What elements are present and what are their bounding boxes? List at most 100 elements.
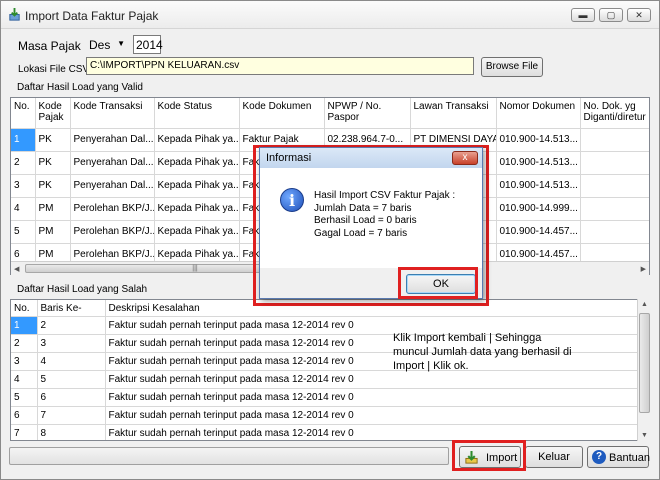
valid-header[interactable]: Kode Pajak: [35, 98, 71, 129]
table-cell: Kepada Pihak ya...: [154, 128, 240, 152]
dialog-title-bar: Informasi x: [260, 148, 482, 168]
valid-header[interactable]: Lawan Transaksi: [410, 98, 497, 129]
bantuan-label: Bantuan: [609, 452, 650, 464]
dialog-line: Jumlah Data = 7 baris: [314, 202, 412, 214]
progress-bar: [9, 447, 449, 465]
file-path-input[interactable]: C:\IMPORT\PPN KELUARAN.csv: [86, 57, 474, 75]
table-cell: 7: [37, 406, 106, 425]
dialog-close-button[interactable]: x: [452, 151, 478, 165]
keluar-button[interactable]: Keluar: [525, 446, 583, 468]
tutorial-annotation: Klik Import kembali | Sehingga muncul Ju…: [393, 332, 572, 372]
row-number: 2: [11, 151, 36, 175]
table-cell: PM: [35, 197, 71, 221]
row-number: 6: [11, 406, 38, 425]
table-cell: [580, 128, 649, 152]
information-icon: i: [280, 188, 304, 212]
dropdown-arrow-icon: ▼: [117, 39, 125, 48]
row-number: 2: [11, 334, 38, 353]
ok-highlight: [398, 267, 478, 299]
table-cell: 010.900-14.513...: [496, 151, 581, 175]
valid-header[interactable]: No. Dok. yg Diganti/diretur: [580, 98, 649, 129]
table-cell: PK: [35, 128, 71, 152]
table-cell: [580, 220, 649, 244]
row-number: 3: [11, 174, 36, 198]
table-cell: Penyerahan Dal...: [70, 128, 155, 152]
table-cell: [580, 174, 649, 198]
dialog-line: Berhasil Load = 0 baris: [314, 215, 417, 226]
valid-header[interactable]: Nomor Dokumen: [496, 98, 581, 129]
table-cell: Perolehan BKP/J...: [70, 220, 155, 244]
table-row[interactable]: 5 6 Faktur sudah pernah terinput pada masa…: [11, 388, 639, 407]
help-icon: ?: [592, 450, 606, 464]
table-cell: [580, 197, 649, 221]
table-cell: Kepada Pihak ya...: [154, 197, 240, 221]
invalid-vertical-scrollbar[interactable]: ▲ ▼: [637, 299, 651, 441]
row-number: 5: [11, 220, 36, 244]
table-cell: 010.900-14.457...: [496, 220, 581, 244]
valid-header[interactable]: NPWP / No. Paspor: [324, 98, 411, 129]
table-row[interactable]: 7 8 Faktur sudah pernah terinput pada masa…: [11, 424, 639, 440]
month-select[interactable]: Des ▼: [85, 36, 129, 54]
table-cell: 5: [37, 370, 106, 389]
invalid-header[interactable]: No.: [11, 300, 38, 317]
dialog-message: Hasil Import CSV Faktur Pajak : Jumlah D…: [314, 190, 455, 240]
table-cell: Kepada Pihak ya...: [154, 174, 240, 198]
import-window: Import Data Faktur Pajak ▬ ▢ ✕ Masa Paja…: [0, 0, 660, 480]
maximize-button[interactable]: ▢: [599, 8, 623, 22]
minimize-button[interactable]: ▬: [571, 8, 595, 22]
table-cell: PM: [35, 220, 71, 244]
row-number: 1: [11, 128, 36, 152]
close-button[interactable]: ✕: [627, 8, 651, 22]
dialog-title: Informasi: [266, 152, 312, 164]
window-title: Import Data Faktur Pajak: [25, 9, 159, 23]
row-number: 4: [11, 197, 36, 221]
table-cell: Faktur sudah pernah terinput pada masa 1…: [105, 388, 639, 407]
import-highlight: [452, 440, 526, 471]
table-cell: 4: [37, 352, 106, 371]
valid-header[interactable]: No.: [11, 98, 36, 129]
table-cell: Faktur sudah pernah terinput pada masa 1…: [105, 424, 639, 440]
scroll-down-icon[interactable]: ▼: [641, 432, 648, 439]
dialog-line: Gagal Load = 7 baris: [314, 227, 408, 239]
row-number: 5: [11, 388, 38, 407]
table-cell: 010.900-14.999...: [496, 197, 581, 221]
table-cell: [580, 151, 649, 175]
table-cell: PK: [35, 174, 71, 198]
row-number: 7: [11, 424, 38, 440]
browse-file-button[interactable]: Browse File: [481, 57, 543, 77]
scroll-right-icon[interactable]: ▶: [641, 265, 646, 273]
table-cell: Kepada Pihak ya...: [154, 151, 240, 175]
masa-pajak-label: Masa Pajak: [18, 39, 81, 53]
table-row[interactable]: 6 7 Faktur sudah pernah terinput pada masa…: [11, 406, 639, 425]
table-cell: 8: [37, 424, 106, 440]
table-cell: Faktur sudah pernah terinput pada masa 1…: [105, 406, 639, 425]
invalid-header[interactable]: Baris Ke-: [37, 300, 106, 317]
bantuan-button[interactable]: ? Bantuan: [587, 446, 650, 468]
row-number: 4: [11, 370, 38, 389]
lokasi-file-label: Lokasi File CSV: [18, 64, 90, 75]
table-cell: Penyerahan Dal...: [70, 174, 155, 198]
table-cell: 6: [37, 388, 106, 407]
year-input[interactable]: 2014: [133, 35, 163, 54]
table-cell: Perolehan BKP/J...: [70, 197, 155, 221]
table-cell: 010.900-14.513...: [496, 174, 581, 198]
scroll-left-icon[interactable]: ◀: [14, 265, 19, 273]
valid-header[interactable]: Kode Transaksi: [70, 98, 155, 129]
table-cell: Penyerahan Dal...: [70, 151, 155, 175]
table-cell: Kepada Pihak ya...: [154, 220, 240, 244]
month-value: Des: [89, 38, 111, 52]
dialog-line: Hasil Import CSV Faktur Pajak :: [314, 190, 456, 201]
valid-header[interactable]: Kode Dokumen: [239, 98, 325, 129]
table-cell: 3: [37, 334, 106, 353]
table-cell: 010.900-14.513...: [496, 128, 581, 152]
title-bar: Import Data Faktur Pajak ▬ ▢ ✕: [1, 1, 659, 29]
scroll-up-icon[interactable]: ▲: [641, 301, 648, 308]
row-number: 3: [11, 352, 38, 371]
invalid-list-title: Daftar Hasil Load yang Salah: [17, 284, 148, 295]
table-cell: PK: [35, 151, 71, 175]
table-cell: 2: [37, 316, 106, 335]
import-app-icon: [9, 7, 20, 21]
valid-header[interactable]: Kode Status: [154, 98, 240, 129]
valid-list-title: Daftar Hasil Load yang Valid: [17, 82, 143, 93]
scrollbar-thumb[interactable]: [639, 313, 650, 413]
